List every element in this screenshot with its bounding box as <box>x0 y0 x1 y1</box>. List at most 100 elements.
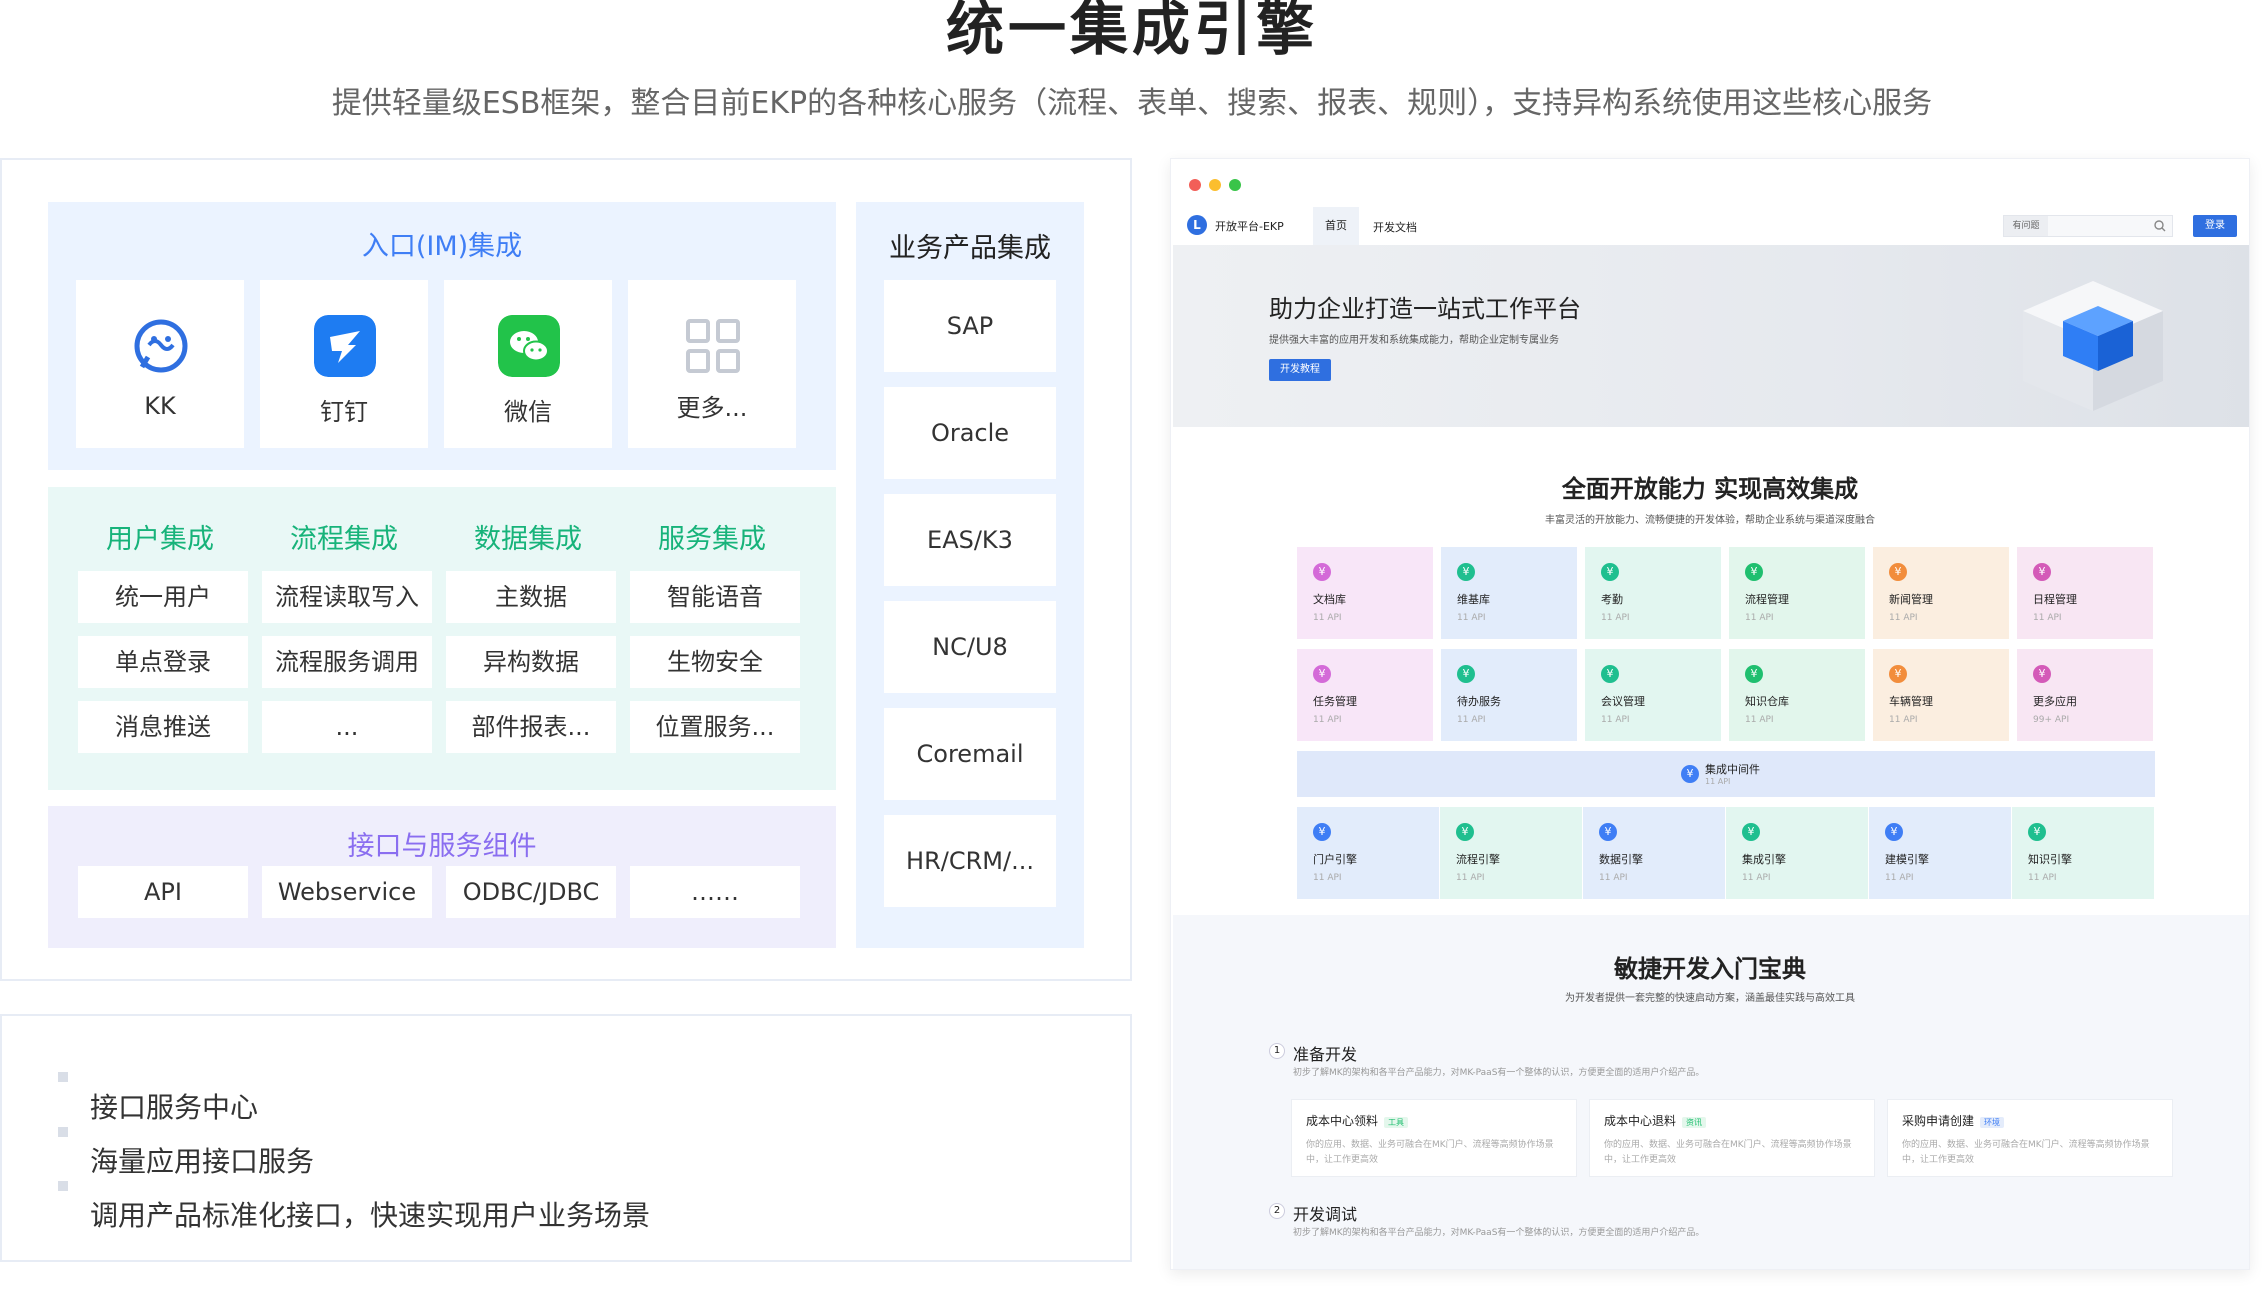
capability-api-count: 11 API <box>1313 613 1342 623</box>
capability-name: 建模引擎 <box>1885 853 1929 866</box>
capability-card[interactable]: ¥ 考勤 11 API <box>1585 547 1721 639</box>
tutorial-tag: 资讯 <box>1682 1117 1707 1128</box>
capability-card[interactable]: ¥ 日程管理 11 API <box>2017 547 2153 639</box>
capability-api-count: 11 API <box>1745 613 1774 623</box>
step-title: 开发调试 <box>1293 1205 1358 1224</box>
matrix-cell[interactable]: 生物安全 <box>630 636 800 688</box>
banner-title: 助力企业打造一站式工作平台 <box>1269 295 1581 323</box>
matrix-cell[interactable]: 部件报表... <box>446 701 616 753</box>
capability-card[interactable]: ¥ 集成引擎 11 API <box>1726 807 1868 899</box>
step-number: 1 <box>1269 1043 1285 1059</box>
capability-name: 车辆管理 <box>1889 695 1933 708</box>
matrix-cell[interactable]: 主数据 <box>446 571 616 623</box>
capability-api-count: 11 API <box>1457 613 1486 623</box>
section-guide-title: 敏捷开发入门宝典 <box>1614 955 1806 983</box>
grid-icon <box>686 319 740 373</box>
page-title: 统一集成引擎 <box>945 0 1318 63</box>
capability-card[interactable]: ¥ 流程管理 11 API <box>1729 547 1865 639</box>
step-desc: 初步了解MK的架构和各平台产品能力，对MK-PaaS有一个整体的认识，方便更全面… <box>1293 1228 1705 1238</box>
api-cell[interactable]: Webservice <box>262 866 432 918</box>
api-cell[interactable]: …… <box>630 866 800 918</box>
tutorial-tag: 环境 <box>1980 1117 2005 1128</box>
product-cell[interactable]: HR/CRM/... <box>884 815 1056 907</box>
capability-card[interactable]: ¥ 数据引擎 11 API <box>1583 807 1725 899</box>
page-subtitle: 提供轻量级ESB框架，整合目前EKP的各种核心服务（流程、表单、搜索、报表、规则… <box>331 86 1933 121</box>
tutorial-card[interactable]: 成本中心退料 资讯 你的应用、数据、业务可融合在MK门户、流程等高频协作场景中，让… <box>1589 1099 1875 1177</box>
capability-api-count: 11 API <box>1889 613 1918 623</box>
api-cell[interactable]: ODBC/JDBC <box>446 866 616 918</box>
matrix-cell[interactable]: ... <box>262 701 432 753</box>
im-card-wechat[interactable]: 微信 <box>444 280 612 448</box>
capability-name: 集成引擎 <box>1742 853 1786 866</box>
product-cell[interactable]: Oracle <box>884 387 1056 479</box>
yen-icon: ¥ <box>1889 563 1907 581</box>
capability-card[interactable]: ¥ 建模引擎 11 API <box>1869 807 2011 899</box>
capability-name: 更多应用 <box>2033 695 2077 708</box>
yen-icon: ¥ <box>2028 823 2046 841</box>
middleware-icon: ¥ <box>1681 765 1699 783</box>
middleware-bar[interactable]: ¥ 集成中间件 11 API <box>1297 751 2155 797</box>
capability-card[interactable]: ¥ 待办服务 11 API <box>1441 649 1577 741</box>
capability-card[interactable]: ¥ 新闻管理 11 API <box>1873 547 2009 639</box>
matrix-cell[interactable]: 位置服务... <box>630 701 800 753</box>
matrix-cell[interactable]: 流程服务调用 <box>262 636 432 688</box>
capability-card[interactable]: ¥ 知识引擎 11 API <box>2012 807 2154 899</box>
matrix-cell[interactable]: 智能语音 <box>630 571 800 623</box>
search-input[interactable]: 有问题 <box>2003 215 2173 237</box>
hero-banner: 助力企业打造一站式工作平台 提供强大丰富的应用开发和系统集成能力，帮助企业定制专… <box>1173 245 2249 427</box>
matrix-cell[interactable]: 单点登录 <box>78 636 248 688</box>
matrix-cell[interactable]: 统一用户 <box>78 571 248 623</box>
login-button[interactable]: 登录 <box>2193 215 2237 237</box>
capability-api-count: 11 API <box>1601 715 1630 725</box>
im-card-kk[interactable]: KK <box>76 280 244 448</box>
matrix-cell[interactable]: 流程读取写入 <box>262 571 432 623</box>
capability-card[interactable]: ¥ 文档库 11 API <box>1297 547 1433 639</box>
im-card-label: KK <box>144 392 176 420</box>
section-guide-subtitle: 为开发者提供一套完整的快速启动方案，涵盖最佳实践与高效工具 <box>1565 993 1855 1004</box>
im-card-label: 微信 <box>504 398 552 426</box>
tutorial-card[interactable]: 成本中心领料 工具 你的应用、数据、业务可融合在MK门户、流程等高频协作场景中，让… <box>1291 1099 1577 1177</box>
column-title-data: 数据集成 <box>474 524 582 555</box>
im-integration-box: 入口(IM)集成 KK 钉钉 微信 更多... <box>48 202 836 470</box>
capability-card[interactable]: ¥ 车辆管理 11 API <box>1873 649 2009 741</box>
capability-api-count: 11 API <box>1457 715 1486 725</box>
im-integration-title: 入口(IM)集成 <box>361 231 523 262</box>
cube-illustration <box>2023 281 2163 411</box>
tutorial-card[interactable]: 采购申请创建 环境 你的应用、数据、业务可融合在MK门户、流程等高频协作场景中，让… <box>1887 1099 2173 1177</box>
capability-card[interactable]: ¥ 流程引擎 11 API <box>1440 807 1582 899</box>
step-desc: 初步了解MK的架构和各平台产品能力，对MK-PaaS有一个整体的认识，方便更全面… <box>1293 1068 1705 1078</box>
im-card-more[interactable]: 更多... <box>628 280 796 448</box>
middleware-sub: 11 API <box>1705 777 1731 786</box>
integration-matrix: 用户集成 流程集成 数据集成 服务集成 统一用户 单点登录 消息推送 流程读取写… <box>48 487 836 790</box>
banner-subtitle: 提供强大丰富的应用开发和系统集成能力，帮助企业定制专属业务 <box>1269 335 1559 346</box>
yen-icon: ¥ <box>1599 823 1617 841</box>
capability-card[interactable]: ¥ 会议管理 11 API <box>1585 649 1721 741</box>
tab-docs[interactable]: 开发文档 <box>1373 219 1417 235</box>
feature-item: 调用产品标准化接口，快速实现用户业务场景 <box>90 1199 651 1232</box>
capability-card[interactable]: ¥ 维基库 11 API <box>1441 547 1577 639</box>
capability-api-count: 11 API <box>2028 873 2057 883</box>
yen-icon: ¥ <box>1313 665 1331 683</box>
banner-tutorial-button[interactable]: 开发教程 <box>1269 359 1331 381</box>
capability-api-count: 11 API <box>1745 715 1774 725</box>
capability-card[interactable]: ¥ 更多应用 99+ API <box>2017 649 2153 741</box>
product-cell[interactable]: NC/U8 <box>884 601 1056 693</box>
brand-name: 开放平台-EKP <box>1215 220 1284 233</box>
product-cell[interactable]: EAS/K3 <box>884 494 1056 586</box>
capability-api-count: 11 API <box>1313 873 1342 883</box>
api-cell[interactable]: API <box>78 866 248 918</box>
product-cell[interactable]: SAP <box>884 280 1056 372</box>
product-cell[interactable]: Coremail <box>884 708 1056 800</box>
capability-card[interactable]: ¥ 任务管理 11 API <box>1297 649 1433 741</box>
yen-icon: ¥ <box>1457 665 1475 683</box>
im-card-dingtalk[interactable]: 钉钉 <box>260 280 428 448</box>
capability-card[interactable]: ¥ 知识仓库 11 API <box>1729 649 1865 741</box>
product-integration-box: 业务产品集成 SAP Oracle EAS/K3 NC/U8 Coremail … <box>856 202 1084 948</box>
capability-card[interactable]: ¥ 门户引擎 11 API <box>1297 807 1439 899</box>
capability-api-count: 11 API <box>2033 613 2062 623</box>
matrix-cell[interactable]: 消息推送 <box>78 701 248 753</box>
api-components-title: 接口与服务组件 <box>347 831 537 862</box>
matrix-cell[interactable]: 异构数据 <box>446 636 616 688</box>
tab-home[interactable]: 首页 <box>1313 207 1359 245</box>
tutorial-tag: 工具 <box>1384 1117 1409 1128</box>
